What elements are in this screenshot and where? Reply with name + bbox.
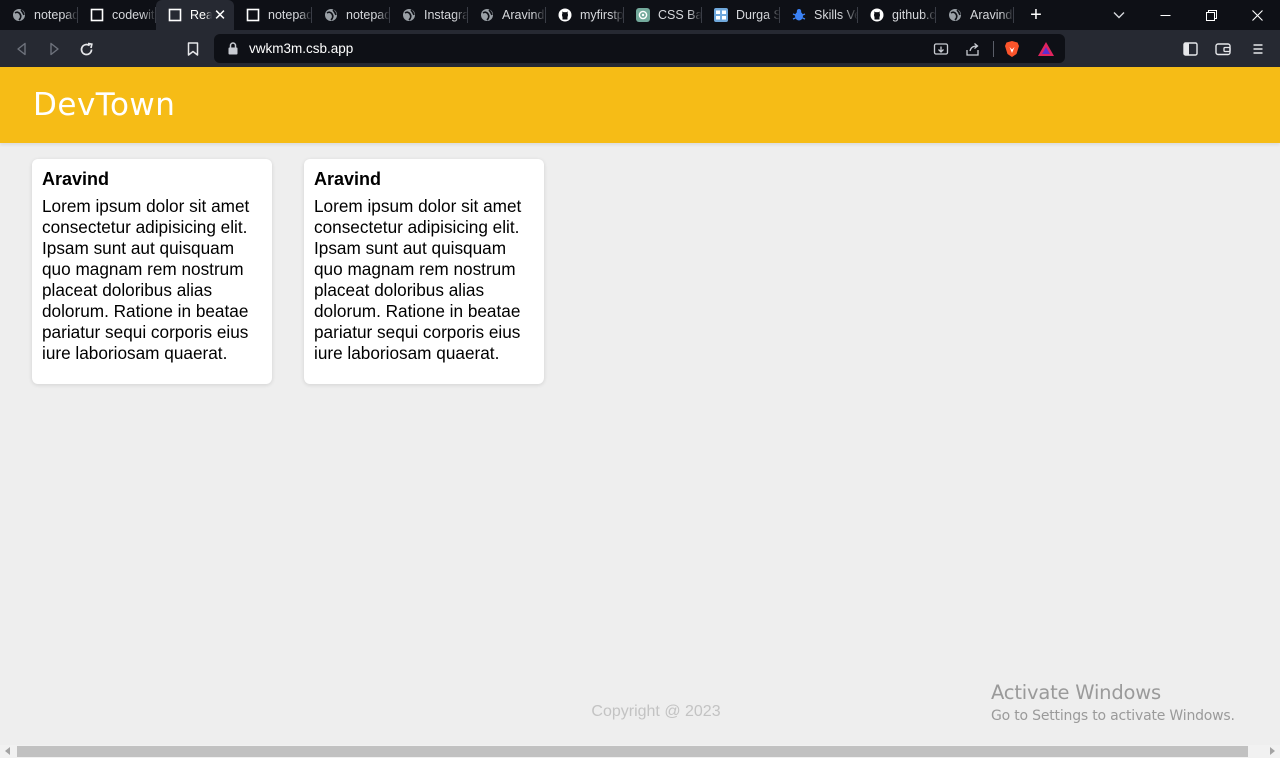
browser-tab[interactable]: Durga S xyxy=(702,0,780,30)
globe-icon xyxy=(12,8,26,22)
activate-windows-title: Activate Windows xyxy=(991,681,1161,704)
back-icon[interactable] xyxy=(11,38,33,60)
browser-tab[interactable]: Instagram xyxy=(390,0,468,30)
close-window-icon[interactable] xyxy=(1234,0,1280,30)
url-text[interactable]: vwkm3m.csb.app xyxy=(249,41,353,56)
window-controls xyxy=(1142,0,1280,30)
horizontal-scrollbar[interactable] xyxy=(0,745,1280,758)
repo-icon xyxy=(714,8,728,22)
card-name: Aravind xyxy=(314,169,382,189)
scroll-right-icon[interactable] xyxy=(1270,747,1275,755)
menu-icon[interactable] xyxy=(1247,38,1269,60)
minimize-icon[interactable] xyxy=(1142,0,1188,30)
scroll-left-icon[interactable] xyxy=(5,747,10,755)
profile-card: Aravind Lorem ipsum dolor sit amet conse… xyxy=(32,159,272,384)
profile-card: Aravind Lorem ipsum dolor sit amet conse… xyxy=(304,159,544,384)
close-tab-icon[interactable]: ✕ xyxy=(212,6,228,24)
browser-tab[interactable]: Aravind xyxy=(468,0,546,30)
card-body: Lorem ipsum dolor sit amet consectetur a… xyxy=(42,196,250,363)
globe-icon xyxy=(948,8,962,22)
app-navbar: DevTown xyxy=(0,67,1280,143)
browser-tab[interactable]: notepad xyxy=(0,0,78,30)
tab-separator xyxy=(1013,7,1014,23)
new-tab-button[interactable]: + xyxy=(1014,0,1058,30)
restore-icon[interactable] xyxy=(1188,0,1234,30)
web-page: DevTown Aravind Lorem ipsum dolor sit am… xyxy=(0,67,1280,745)
brave-shields-icon[interactable] xyxy=(1003,40,1021,58)
lock-icon[interactable] xyxy=(226,41,240,56)
bug-icon xyxy=(792,8,806,22)
browser-tab[interactable]: Aravind xyxy=(936,0,1014,30)
browser-tab[interactable]: CSS Back xyxy=(624,0,702,30)
github-icon xyxy=(558,8,572,22)
share-icon[interactable] xyxy=(964,40,982,58)
browser-tab[interactable]: Skills Ve xyxy=(780,0,858,30)
tab-title: notepad xyxy=(346,8,390,22)
tab-title: Aravind xyxy=(970,8,1013,22)
reload-icon[interactable] xyxy=(75,38,97,60)
address-bar[interactable]: vwkm3m.csb.app xyxy=(214,34,1065,63)
tab-title: CSS Back xyxy=(658,8,702,22)
browser-toolbar: vwkm3m.csb.app xyxy=(0,30,1280,67)
activate-windows-watermark: Activate Windows Go to Settings to activ… xyxy=(991,681,1235,724)
browser-tab[interactable]: myfirstp xyxy=(546,0,624,30)
tab-title: github.c xyxy=(892,8,936,22)
wallet-icon[interactable] xyxy=(1212,38,1234,60)
card-body: Lorem ipsum dolor sit amet consectetur a… xyxy=(314,196,522,363)
tab-title: Skills Ve xyxy=(814,8,858,22)
tab-title: notepad xyxy=(34,8,78,22)
scrollbar-thumb[interactable] xyxy=(17,746,1248,757)
browser-tab[interactable]: notepad xyxy=(234,0,312,30)
tab-title: Durga S xyxy=(736,8,780,22)
tab-title: notepad xyxy=(268,8,312,22)
globe-icon xyxy=(324,8,338,22)
globe-icon xyxy=(480,8,494,22)
tab-title: Instagram xyxy=(424,8,468,22)
install-app-icon[interactable] xyxy=(932,40,950,58)
card-name: Aravind xyxy=(42,169,110,189)
github-icon xyxy=(870,8,884,22)
browser-tab[interactable]: github.c xyxy=(858,0,936,30)
browser-tab[interactable]: codewith xyxy=(78,0,156,30)
tab-search-chevron-icon[interactable] xyxy=(1104,0,1134,30)
chatgpt-icon xyxy=(636,8,650,22)
brand-title: DevTown xyxy=(33,87,176,123)
forward-icon[interactable] xyxy=(43,38,65,60)
tab-title: myfirstp xyxy=(580,8,624,22)
browser-tab[interactable]: notepad xyxy=(312,0,390,30)
tab-title: codewith xyxy=(112,8,156,22)
bookmark-icon[interactable] xyxy=(182,38,204,60)
tab-title: React xyxy=(190,8,212,22)
tab-title: Aravind xyxy=(502,8,545,22)
browser-tab-active[interactable]: React ✕ xyxy=(156,0,234,30)
brave-rewards-icon[interactable] xyxy=(1037,40,1055,58)
sidebar-icon[interactable] xyxy=(1179,38,1201,60)
codesandbox-icon xyxy=(90,8,104,22)
activate-windows-subtitle: Go to Settings to activate Windows. xyxy=(991,708,1235,724)
browser-tab-strip: notepad codewith React ✕ notepad notepad xyxy=(0,0,1280,30)
divider xyxy=(993,41,994,57)
codesandbox-icon xyxy=(168,8,182,22)
codesandbox-icon xyxy=(246,8,260,22)
globe-icon xyxy=(402,8,416,22)
